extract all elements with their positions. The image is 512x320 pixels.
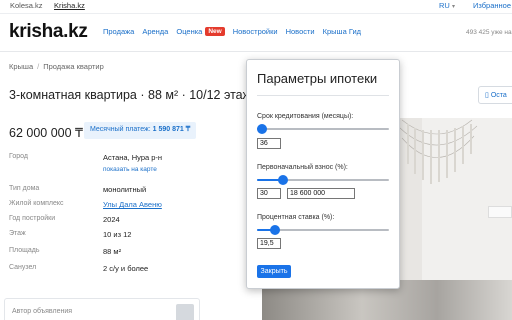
nav-item-guide[interactable]: Крыша Гид	[323, 27, 361, 36]
property-key: Этаж	[9, 230, 26, 237]
monthly-payment-badge[interactable]: Месячный платеж: 1 590 871 ₸	[84, 122, 197, 139]
slider-thumb[interactable]	[278, 175, 289, 185]
author-label: Автор объявления	[12, 308, 73, 315]
interest-rate-input[interactable]: 19,5	[257, 238, 281, 249]
site-logo[interactable]: krisha.kz	[9, 21, 88, 43]
property-value: монолитный	[103, 185, 147, 194]
property-list: Город Астана, Нура р-н показать на карте…	[9, 153, 189, 279]
caret-down-icon: ▾	[451, 4, 455, 10]
document-icon: ▯	[485, 92, 489, 99]
listing-action-button[interactable]: ▯ Оста	[478, 86, 512, 104]
residential-complex-link[interactable]: Улы Дала Авеню	[103, 200, 162, 209]
property-row: Город Астана, Нура р-н	[9, 153, 189, 168]
show-on-map-link[interactable]: показать на карте	[103, 166, 157, 173]
nav-item-valuation[interactable]: Оценка	[176, 27, 202, 36]
term-slider[interactable]	[257, 124, 389, 134]
property-key: Санузел	[9, 264, 37, 271]
site-header: krisha.kz Продажа Аренда Оценка New Ново…	[0, 14, 512, 52]
site-link-krisha[interactable]: Krisha.kz	[54, 1, 85, 10]
modal-title: Параметры ипотеки	[257, 71, 378, 86]
breadcrumb-item-sale[interactable]: Продажа квартир	[43, 62, 104, 71]
monthly-payment-label: Месячный платеж:	[90, 126, 151, 133]
modal-divider	[257, 95, 389, 96]
property-key: Тип дома	[9, 185, 40, 192]
slider-thumb[interactable]	[257, 124, 268, 134]
breadcrumb-separator: /	[37, 62, 40, 71]
property-value: 2024	[103, 215, 120, 224]
nav-item-news[interactable]: Новости	[286, 27, 315, 36]
property-row: Площадь 88 м²	[9, 247, 189, 264]
breadcrumb: Крыша / Продажа квартир	[9, 62, 104, 71]
property-row: Жилой комплекс Улы Дала Авеню	[9, 200, 189, 215]
property-row: Санузел 2 с/у и более	[9, 264, 189, 279]
avatar	[176, 304, 194, 320]
language-label: RU	[439, 1, 450, 10]
down-payment-amount: 18 600 000	[287, 188, 355, 199]
author-card: Автор объявления	[4, 298, 200, 320]
new-badge: New	[205, 27, 225, 36]
language-selector[interactable]: RU ▾	[439, 1, 455, 10]
property-value: Астана, Нура р-н	[103, 153, 163, 162]
property-row: Тип дома монолитный	[9, 185, 189, 200]
listing-title: 3-комнатная квартира · 88 м² · 10/12 эта…	[9, 88, 249, 102]
monthly-payment-value: 1 590 871 ₸	[152, 126, 191, 133]
term-input[interactable]: 36	[257, 138, 281, 149]
property-key: Город	[9, 153, 28, 160]
property-row-map: показать на карте	[9, 166, 189, 185]
close-button[interactable]: Закрыть	[257, 265, 291, 278]
property-value: 10 из 12	[103, 230, 132, 239]
nav-item-sale[interactable]: Продажа	[103, 27, 134, 36]
listing-action-label: Оста	[490, 92, 507, 99]
favorites-link[interactable]: Избранное	[473, 1, 511, 10]
listing-price: 62 000 000 ₸	[9, 126, 83, 140]
interest-rate-slider[interactable]	[257, 225, 389, 235]
main-nav: Продажа Аренда Оценка New Новостройки Но…	[103, 27, 361, 36]
term-label: Срок кредитования (месяцы):	[257, 113, 354, 120]
nav-item-new-buildings[interactable]: Новостройки	[233, 27, 278, 36]
slider-thumb[interactable]	[270, 225, 281, 235]
down-payment-label: Первоначальный взнос (%):	[257, 164, 348, 171]
nav-item-rent[interactable]: Аренда	[142, 27, 168, 36]
interest-rate-label: Процентная ставка (%):	[257, 214, 335, 221]
property-value: 2 с/у и более	[103, 264, 149, 273]
listing-count: 493 425 уже на	[466, 29, 512, 36]
down-payment-slider[interactable]	[257, 175, 389, 185]
property-row: Этаж 10 из 12	[9, 230, 189, 247]
slider-track	[257, 128, 389, 130]
property-value: 88 м²	[103, 247, 122, 256]
site-link-kolesa[interactable]: Kolesa.kz	[10, 1, 43, 10]
property-key: Жилой комплекс	[9, 200, 64, 207]
property-key: Площадь	[9, 247, 40, 254]
mortgage-modal: Параметры ипотеки Срок кредитования (мес…	[246, 59, 400, 289]
top-strip: Kolesa.kz Krisha.kz RU ▾ Избранное	[0, 0, 512, 14]
breadcrumb-item-home[interactable]: Крыша	[9, 62, 33, 71]
property-key: Год постройки	[9, 215, 56, 222]
property-row: Год постройки 2024	[9, 215, 189, 230]
down-payment-input[interactable]: 30	[257, 188, 281, 199]
